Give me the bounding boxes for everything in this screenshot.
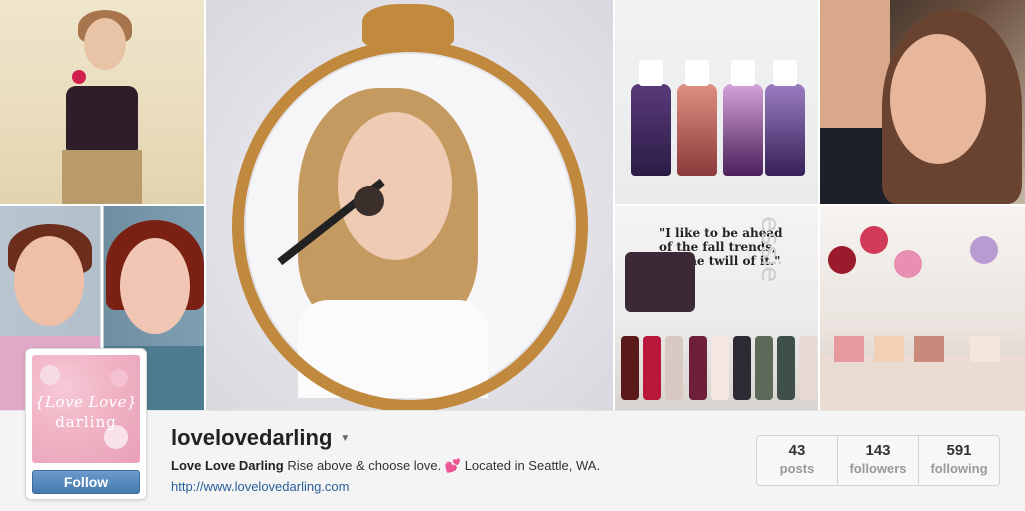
- photo-tile-flowers-soaps[interactable]: [820, 206, 1025, 410]
- perfume-bottle: [765, 84, 805, 176]
- stat-posts[interactable]: 43 posts: [757, 436, 838, 485]
- stats-box: 43 posts 143 followers 591 following: [756, 435, 1000, 486]
- polish-bottle: [689, 336, 707, 400]
- username: lovelovedarling: [171, 425, 333, 450]
- photo-face: [890, 34, 986, 164]
- photo-face-left: [14, 236, 84, 326]
- polish-bottle: [665, 336, 683, 400]
- soap-bar: [834, 336, 864, 362]
- polish-bottle: [777, 336, 795, 400]
- flower: [894, 250, 922, 278]
- stat-following[interactable]: 591 following: [919, 436, 999, 485]
- photo-tile-essie-polish[interactable]: "I like to be ahead of the fall trends, …: [615, 206, 818, 410]
- avatar[interactable]: {Love Love} darling: [32, 355, 140, 463]
- website-link[interactable]: http://www.lovelovedarling.com: [171, 479, 349, 494]
- photo-grid: "I like to be ahead of the fall trends, …: [0, 0, 1025, 410]
- username-row: lovelovedarling ▼: [171, 425, 350, 451]
- perfume-cap: [685, 60, 709, 86]
- mirror-bow: [362, 4, 454, 48]
- soap-bar: [970, 336, 1000, 362]
- bio-text: Rise above & choose love.: [287, 458, 442, 473]
- polish-bottle: [733, 336, 751, 400]
- display-name: Love Love Darling: [171, 458, 284, 473]
- perfume-cap: [639, 60, 663, 86]
- photo-cake: [625, 252, 695, 312]
- perfume-cap: [773, 60, 797, 86]
- bio: Love Love Darling Rise above & choose lo…: [171, 458, 600, 474]
- avatar-logo-line2: darling: [55, 413, 117, 431]
- avatar-card: {Love Love} darling Follow: [25, 348, 147, 500]
- photo-pants: [62, 150, 142, 204]
- profile-page: "I like to be ahead of the fall trends, …: [0, 0, 1025, 511]
- stat-label: following: [930, 461, 988, 476]
- perfume-cap: [731, 60, 755, 86]
- stat-label: followers: [849, 461, 907, 476]
- soap-bar: [874, 336, 904, 362]
- photo-top: [66, 86, 138, 152]
- avatar-rose-pattern: [110, 369, 128, 387]
- photo-tile-woman-with-rose[interactable]: [0, 0, 204, 204]
- stat-followers[interactable]: 143 followers: [838, 436, 919, 485]
- polish-bottle: [711, 336, 729, 400]
- stat-value: 591: [946, 442, 972, 459]
- photo-table: [820, 356, 1025, 410]
- stat-value: 43: [788, 442, 806, 459]
- chevron-down-icon[interactable]: ▼: [340, 433, 350, 444]
- photo-face: [84, 18, 126, 70]
- polish-bottle: [643, 336, 661, 400]
- perfume-bottle: [631, 84, 671, 176]
- photo-tile-couple[interactable]: [820, 0, 1025, 204]
- perfume-bottle: [723, 84, 763, 176]
- mirror-frame: [232, 40, 588, 410]
- heart-icon: 💕: [444, 458, 462, 473]
- perfume-bottle: [677, 84, 717, 176]
- photo-tile-perfume-bottles[interactable]: [615, 0, 818, 204]
- rose-icon: [72, 70, 86, 84]
- flower: [828, 246, 856, 274]
- polish-bottle: [755, 336, 773, 400]
- avatar-rose-pattern: [40, 365, 60, 385]
- location-text: Located in Seattle, WA.: [464, 458, 601, 473]
- soap-bar: [914, 336, 944, 362]
- photo-tile-mirror-makeup[interactable]: [206, 0, 613, 410]
- avatar-logo-line1: {Love Love}: [34, 393, 138, 411]
- flower: [970, 236, 998, 264]
- flower: [860, 226, 888, 254]
- stat-value: 143: [865, 442, 891, 459]
- photo-face-right: [120, 238, 190, 334]
- polish-bottle: [799, 336, 817, 400]
- follow-button[interactable]: Follow: [32, 470, 140, 494]
- stat-label: posts: [779, 461, 815, 476]
- polish-bottle: [621, 336, 639, 400]
- essie-brand: essie: [755, 216, 785, 283]
